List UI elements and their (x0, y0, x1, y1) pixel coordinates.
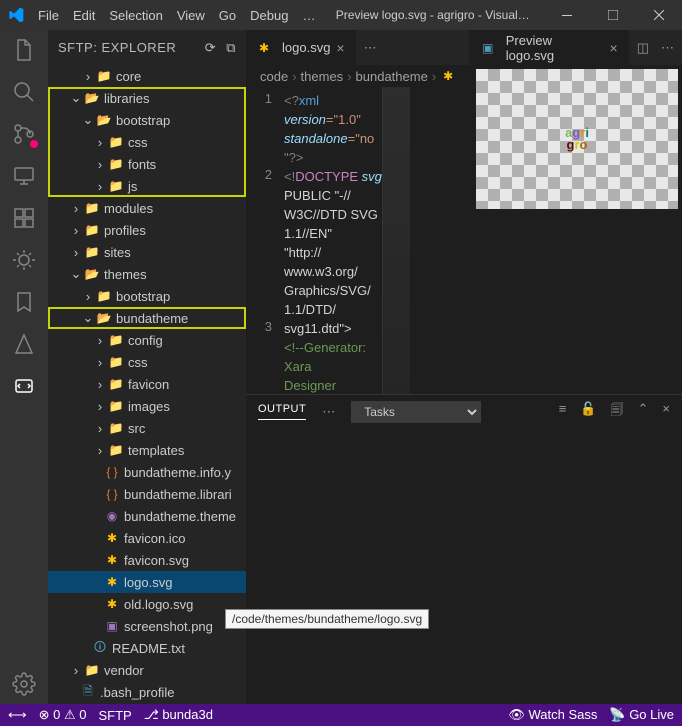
tree-item-faviconico[interactable]: ✱favicon.ico (48, 527, 246, 549)
tree-item-css[interactable]: ›📁css (48, 131, 246, 153)
breadcrumb[interactable]: code› themes› bundatheme› ✱ (246, 65, 472, 87)
svg-preview: agri gro (476, 69, 678, 209)
sidebar: SFTP: EXPLORER ⟳ ⧉ ›📁core ⌄📂libraries ⌄📂… (48, 30, 246, 704)
sftp-icon[interactable] (12, 374, 36, 398)
tab-preview[interactable]: ▣ Preview logo.svg × (470, 30, 629, 65)
file-tree: ›📁core ⌄📂libraries ⌄📂bootstrap ›📁css ›📁f… (48, 65, 246, 704)
tree-item-bundatheme[interactable]: ⌄📂bundatheme (48, 307, 246, 329)
tree-item-bootstrap[interactable]: ⌄📂bootstrap (48, 109, 246, 131)
maximize-button[interactable] (590, 0, 636, 30)
preview-icon: ▣ (480, 40, 496, 56)
svg-icon: ✱ (256, 40, 272, 56)
output-panel: OUTPUT ⋯ Tasks ≡ 🔓 🗐 ⌃ × (246, 394, 682, 704)
tree-item-libraries[interactable]: ⌄📂libraries (48, 87, 246, 109)
tree-item-fonts[interactable]: ›📁fonts (48, 153, 246, 175)
tree-item-images[interactable]: ›📁images (48, 395, 246, 417)
search-icon[interactable] (12, 80, 36, 104)
menu-debug[interactable]: Debug (244, 4, 294, 27)
menu-more[interactable]: … (296, 4, 321, 27)
split-editor-icon[interactable]: ◫ (637, 40, 649, 56)
tree-item-themes[interactable]: ⌄📂themes (48, 263, 246, 285)
tree-item-bootstrap2[interactable]: ›📁bootstrap (48, 285, 246, 307)
debug-icon[interactable] (12, 248, 36, 272)
extensions-icon[interactable] (12, 206, 36, 230)
bookmark-icon[interactable] (12, 290, 36, 314)
status-remote[interactable]: ⟷ (8, 707, 27, 723)
tree-item-js[interactable]: ›📁js (48, 175, 246, 197)
tab-logosvg[interactable]: ✱ logo.svg × (246, 30, 356, 65)
tree-item-core[interactable]: ›📁core (48, 65, 246, 87)
minimize-button[interactable] (544, 0, 590, 30)
tree-item-modules[interactable]: ›📁modules (48, 197, 246, 219)
explorer-icon[interactable] (12, 38, 36, 62)
menu-view[interactable]: View (171, 4, 211, 27)
tree-item-vendor[interactable]: ›📁vendor (48, 659, 246, 681)
tree-item-profiles[interactable]: ›📁profiles (48, 219, 246, 241)
panel-more-icon[interactable]: ⋯ (322, 404, 335, 420)
tree-item-bashprofile[interactable]: 🗎.bash_profile (48, 681, 246, 703)
tree-item-favicon-folder[interactable]: ›📁favicon (48, 373, 246, 395)
code-content[interactable]: <?xml version="1.0" standalone="no "?> <… (284, 87, 382, 394)
tree-item-logosvg[interactable]: ✱logo.svg (48, 571, 246, 593)
activity-bar (0, 30, 48, 704)
refresh-icon[interactable]: ⟳ (205, 40, 216, 56)
tree-item-oldlogosvg[interactable]: ✱old.logo.svg (48, 593, 246, 615)
azure-icon[interactable] (12, 332, 36, 356)
source-control-icon[interactable] (12, 122, 36, 146)
vscode-icon (8, 7, 24, 23)
line-numbers: 1 2 3 (246, 87, 284, 394)
panel-tab-output[interactable]: OUTPUT (258, 403, 306, 420)
close-panel-icon[interactable]: × (662, 401, 670, 423)
tooltip: /code/themes/bundatheme/logo.svg (225, 609, 429, 629)
tab-more-icon[interactable]: ⋯ (364, 40, 377, 56)
tree-item-css2[interactable]: ›📁css (48, 351, 246, 373)
sidebar-title: SFTP: EXPLORER (58, 40, 176, 55)
tree-item-sites[interactable]: ›📁sites (48, 241, 246, 263)
collapse-icon[interactable]: ⧉ (226, 40, 236, 56)
tree-item-templates[interactable]: ›📁templates (48, 439, 246, 461)
tree-item-src[interactable]: ›📁src (48, 417, 246, 439)
tree-item-readme[interactable]: 🛈README.txt (48, 637, 246, 659)
lock-icon[interactable]: 🔓 (580, 401, 596, 423)
close-tab-icon[interactable]: × (336, 40, 344, 56)
tree-item-bundalib[interactable]: { }bundatheme.librari (48, 483, 246, 505)
window-title: Preview logo.svg - agrigro - Visual… (321, 8, 544, 22)
menu-edit[interactable]: Edit (67, 4, 101, 27)
close-tab-icon[interactable]: × (610, 40, 618, 56)
clear-icon[interactable]: 🗐 (611, 401, 624, 423)
status-errors[interactable]: ⊗ 0 ⚠ 0 (39, 707, 87, 723)
minimap[interactable] (382, 87, 410, 394)
tree-item-bundainfo[interactable]: { }bundatheme.info.y (48, 461, 246, 483)
close-button[interactable] (636, 0, 682, 30)
status-sftp[interactable]: SFTP (98, 708, 131, 723)
settings-icon[interactable] (12, 672, 36, 696)
menu-selection[interactable]: Selection (103, 4, 168, 27)
status-bar: ⟷ ⊗ 0 ⚠ 0 SFTP ⎇ bunda3d 👁 Watch Sass 📡 … (0, 704, 682, 726)
menu-go[interactable]: Go (213, 4, 242, 27)
menu-file[interactable]: File (32, 4, 65, 27)
status-watchsass[interactable]: 👁 Watch Sass (508, 707, 597, 723)
remote-explorer-icon[interactable] (12, 164, 36, 188)
tab-more-icon[interactable]: ⋯ (661, 40, 674, 56)
status-golive[interactable]: 📡 Go Live (609, 707, 674, 723)
filter-icon[interactable]: ≡ (559, 401, 567, 423)
output-channel-select[interactable]: Tasks (351, 401, 481, 423)
menubar: File Edit Selection View Go Debug … (32, 4, 321, 27)
tree-item-bundatheme-file[interactable]: ◉bundatheme.theme (48, 505, 246, 527)
tree-item-faviconsvg[interactable]: ✱favicon.svg (48, 549, 246, 571)
chevron-up-icon[interactable]: ⌃ (638, 401, 649, 423)
status-branch[interactable]: ⎇ bunda3d (144, 707, 213, 723)
tree-item-screenshot[interactable]: ▣screenshot.png (48, 615, 246, 637)
tree-item-config[interactable]: ›📁config (48, 329, 246, 351)
